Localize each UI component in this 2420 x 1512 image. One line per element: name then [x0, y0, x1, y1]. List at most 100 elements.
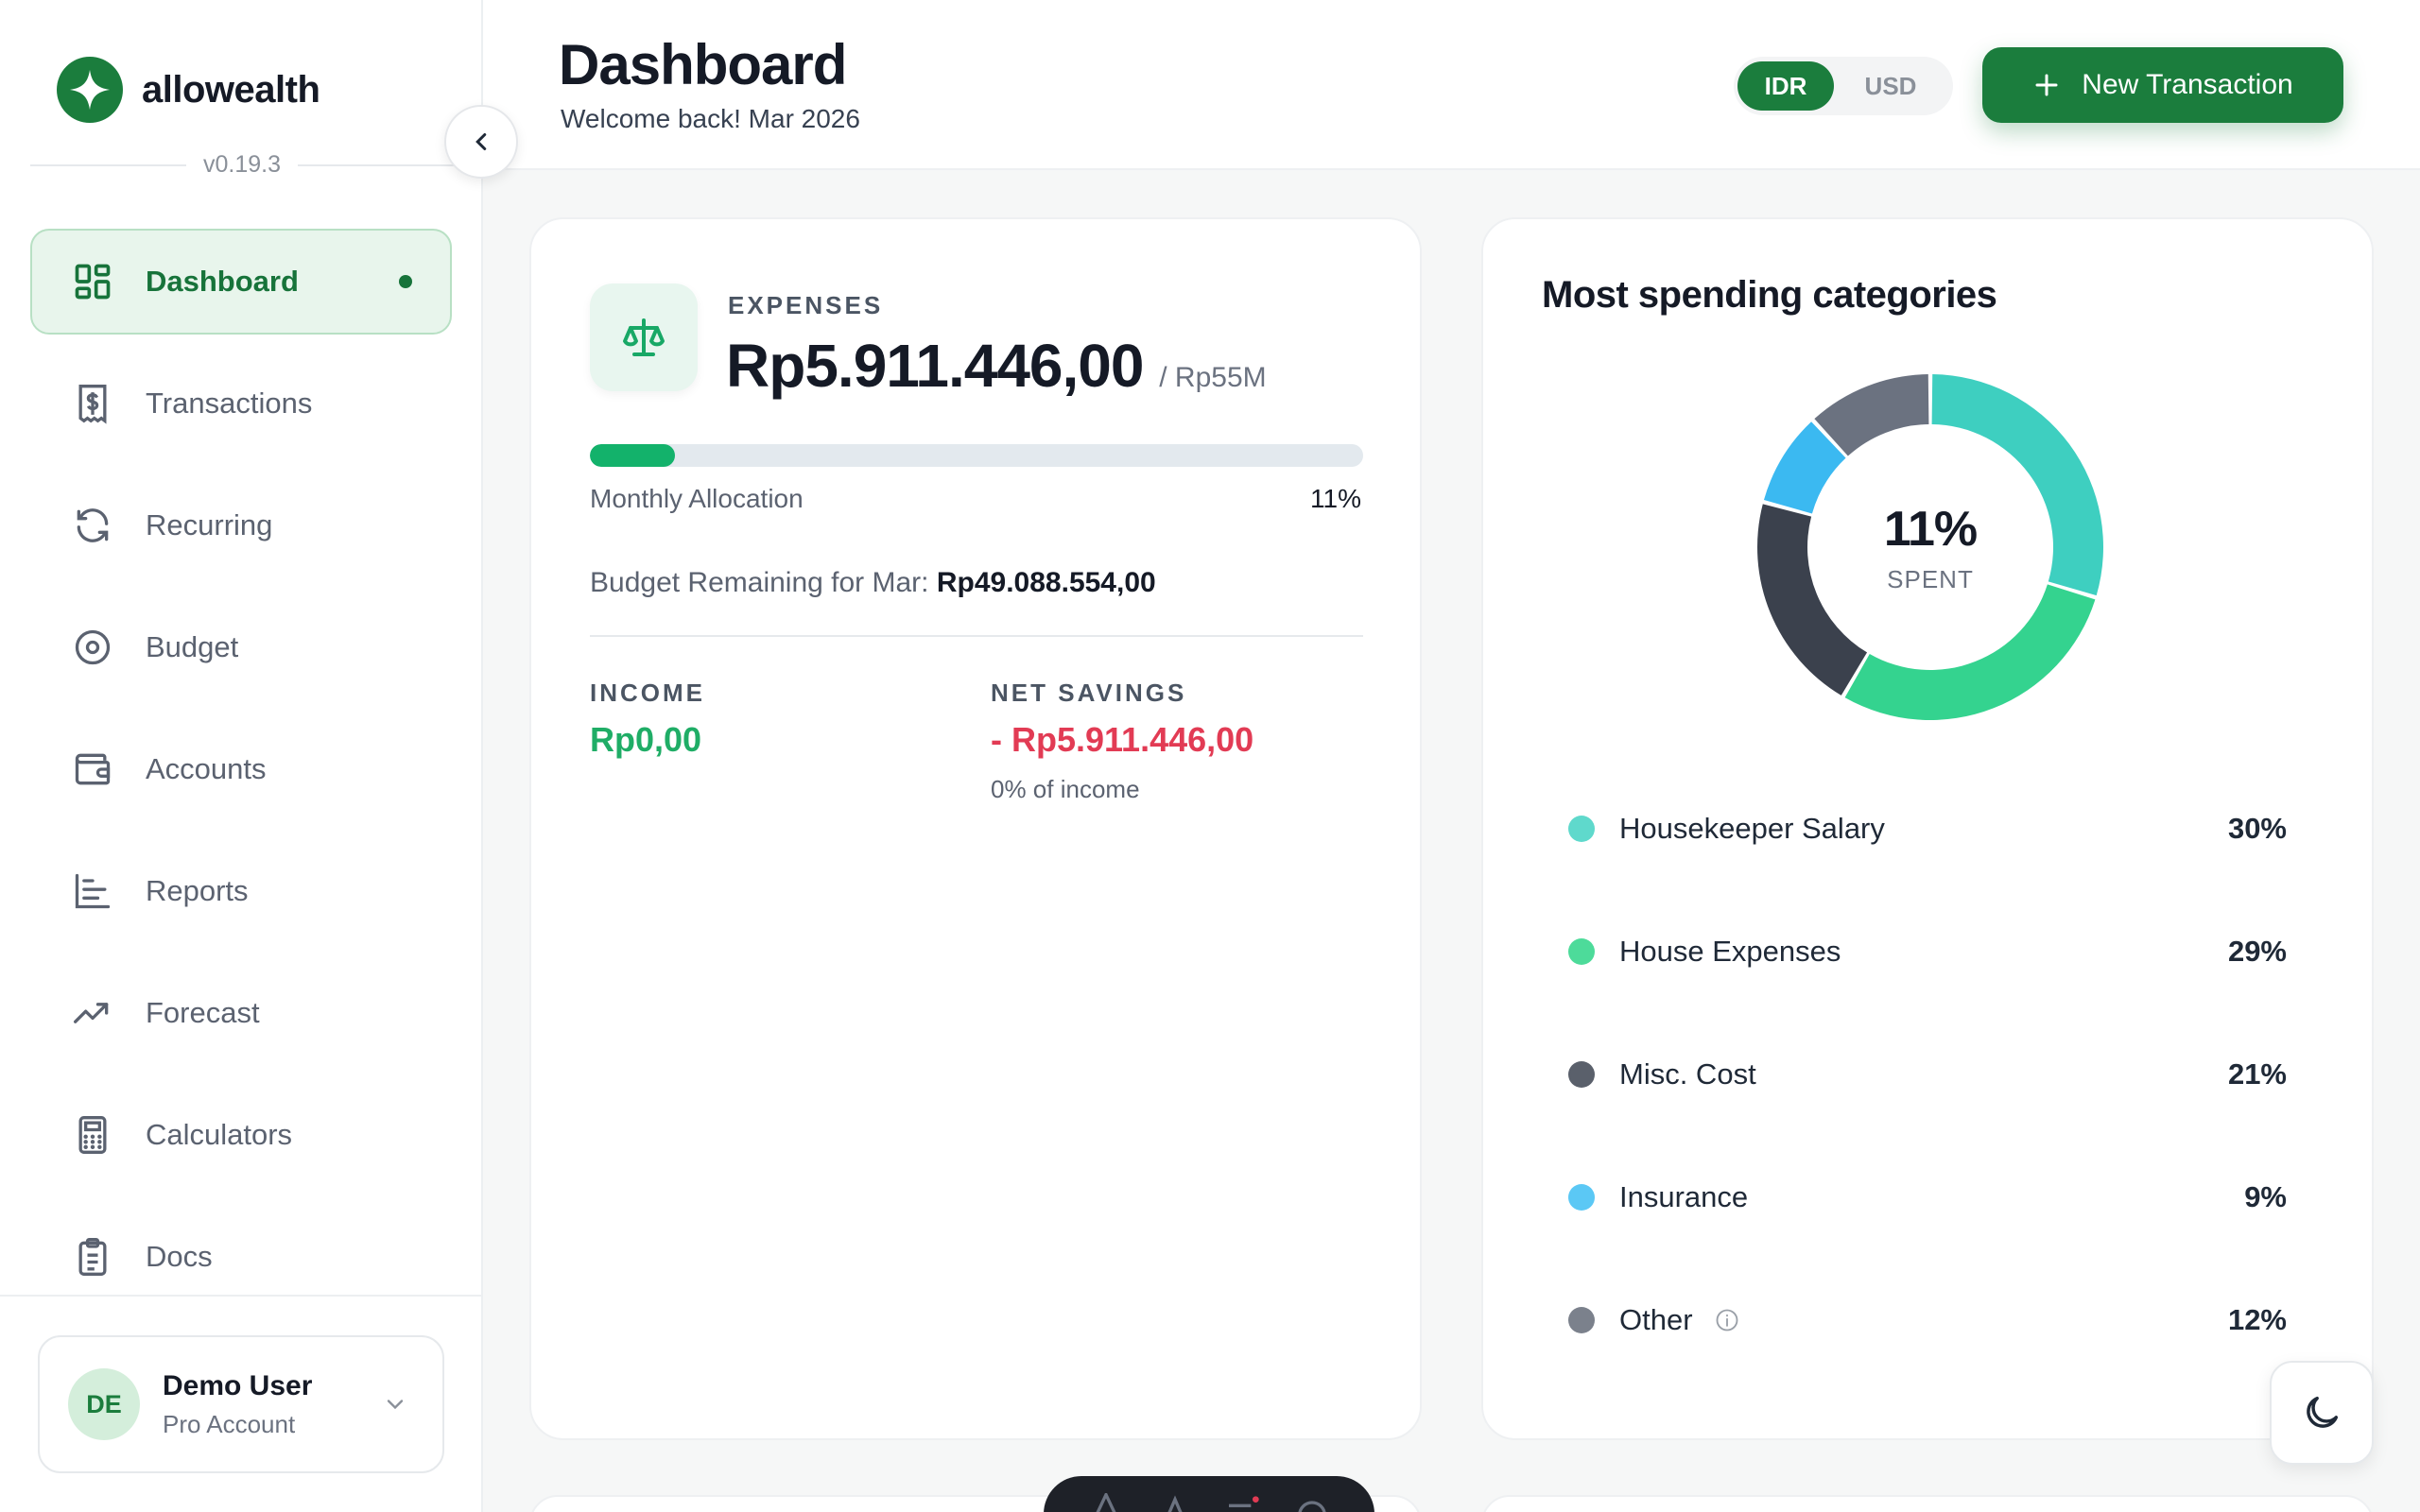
clipboard-icon — [70, 1234, 115, 1280]
sidebar-item-label: Dashboard — [146, 265, 299, 298]
sidebar-item-label: Calculators — [146, 1118, 293, 1151]
sidebar-divider — [0, 1295, 483, 1297]
plus-icon — [2032, 71, 2061, 99]
version-row: v0.19.3 — [30, 151, 455, 179]
sidebar-item-calculators[interactable]: Calculators — [30, 1082, 452, 1188]
chevron-down-icon — [382, 1391, 408, 1418]
allocation-progress-bar — [590, 444, 1363, 467]
budget-remaining: Budget Remaining for Mar: Rp49.088.554,0… — [590, 567, 1156, 599]
sidebar-item-label: Transactions — [146, 387, 313, 420]
floating-dock — [1044, 1476, 1374, 1512]
app-version: v0.19.3 — [203, 151, 282, 178]
chevron-left-icon — [467, 128, 495, 156]
legend-item[interactable]: Insurance 9% — [1568, 1136, 2287, 1259]
pie-target-icon — [70, 625, 115, 670]
sidebar-item-label: Forecast — [146, 996, 260, 1029]
legend-dot — [1568, 1061, 1595, 1088]
page-subtitle: Welcome back! Mar 2026 — [561, 104, 860, 133]
legend-percent: 29% — [2227, 935, 2287, 968]
bar-chart-icon — [70, 868, 115, 914]
sidebar: allowealth v0.19.3 Dashboard Transaction… — [0, 0, 483, 1512]
expenses-card: EXPENSES Rp5.911.446,00 / Rp55M Monthly … — [529, 217, 1422, 1440]
dock-settings-icon[interactable] — [1293, 1493, 1331, 1512]
legend-label: Misc. Cost — [1619, 1057, 1756, 1091]
dock-menu-icon[interactable] — [1224, 1493, 1262, 1512]
page-title: Dashboard — [559, 33, 847, 96]
divider — [590, 635, 1363, 637]
active-indicator — [399, 275, 412, 288]
sidebar-item-label: Docs — [146, 1240, 213, 1273]
sidebar-nav: Dashboard Transactions Recurring Budget — [30, 229, 452, 1326]
sidebar-item-recurring[interactable]: Recurring — [30, 472, 452, 578]
calculator-icon — [70, 1112, 115, 1158]
dock-tag-icon[interactable] — [1156, 1493, 1194, 1512]
legend-dot — [1568, 1184, 1595, 1211]
legend-percent: 21% — [2227, 1057, 2287, 1091]
receipt-icon — [70, 381, 115, 426]
user-plan: Pro Account — [163, 1409, 296, 1438]
info-icon[interactable] — [1714, 1307, 1740, 1333]
sidebar-item-label: Accounts — [146, 752, 267, 785]
expenses-amount: Rp5.911.446,00 / Rp55M — [726, 331, 1267, 401]
allocation-percent: 11% — [1310, 484, 1361, 513]
legend-label: Housekeeper Salary — [1619, 812, 1885, 845]
sidebar-item-budget[interactable]: Budget — [30, 594, 452, 700]
expenses-label: EXPENSES — [728, 291, 884, 319]
currency-usd-button[interactable]: USD — [1845, 61, 1936, 111]
lower-card-right — [1481, 1495, 2374, 1512]
wallet-icon — [70, 747, 115, 792]
legend-item[interactable]: Other 12% — [1568, 1259, 2287, 1382]
net-savings-note: 0% of income — [991, 775, 1140, 803]
sparkle-logo-icon — [57, 57, 123, 123]
sidebar-item-label: Recurring — [146, 508, 273, 541]
legend-label: Other — [1619, 1303, 1693, 1336]
dock-text-icon[interactable] — [1087, 1493, 1125, 1512]
income-label: INCOME — [590, 679, 705, 707]
theme-toggle-button[interactable] — [2270, 1361, 2374, 1465]
spending-title: Most spending categories — [1542, 274, 1997, 316]
collapse-sidebar-button[interactable] — [444, 105, 518, 179]
legend-item[interactable]: Housekeeper Salary 30% — [1568, 767, 2287, 890]
sidebar-item-accounts[interactable]: Accounts — [30, 716, 452, 822]
brand[interactable]: allowealth — [57, 57, 320, 123]
sidebar-item-dashboard[interactable]: Dashboard — [30, 229, 452, 335]
allocation-progress-fill — [590, 444, 675, 467]
currency-idr-button[interactable]: IDR — [1737, 61, 1834, 111]
expenses-budget: / Rp55M — [1159, 362, 1267, 393]
budget-remaining-label: Budget Remaining for Mar: — [590, 567, 929, 598]
header: Dashboard Welcome back! Mar 2026 IDR USD… — [483, 0, 2420, 170]
avatar: DE — [68, 1368, 140, 1440]
legend-item[interactable]: Misc. Cost 21% — [1568, 1013, 2287, 1136]
moon-icon — [2300, 1391, 2343, 1435]
new-transaction-button[interactable]: New Transaction — [1982, 47, 2343, 123]
sidebar-item-label: Reports — [146, 874, 249, 907]
donut-center: 11% SPENT — [1755, 372, 2105, 722]
legend-label: House Expenses — [1619, 935, 1841, 968]
user-menu[interactable]: DE Demo User Pro Account — [38, 1335, 444, 1473]
legend-percent: 30% — [2227, 812, 2287, 845]
sidebar-item-reports[interactable]: Reports — [30, 838, 452, 944]
sidebar-item-forecast[interactable]: Forecast — [30, 960, 452, 1066]
net-savings-label: NET SAVINGS — [991, 679, 1187, 707]
sidebar-item-label: Budget — [146, 630, 239, 663]
legend-label: Insurance — [1619, 1180, 1749, 1213]
legend-dot — [1568, 816, 1595, 842]
donut-percent: 11% — [1883, 501, 1978, 557]
dashboard-icon — [70, 259, 115, 304]
spending-donut-chart: 11% SPENT — [1755, 372, 2105, 722]
refresh-icon — [70, 503, 115, 548]
legend-item[interactable]: House Expenses 29% — [1568, 890, 2287, 1013]
spending-legend: Housekeeper Salary 30% House Expenses 29… — [1568, 767, 2287, 1382]
legend-dot — [1568, 938, 1595, 965]
sidebar-item-transactions[interactable]: Transactions — [30, 351, 452, 456]
donut-caption: SPENT — [1887, 564, 1974, 593]
user-name: Demo User — [163, 1369, 313, 1401]
budget-remaining-value: Rp49.088.554,00 — [936, 567, 1156, 598]
legend-percent: 12% — [2227, 1303, 2287, 1336]
new-transaction-label: New Transaction — [2082, 69, 2293, 100]
trend-up-icon — [70, 990, 115, 1036]
scale-icon — [590, 284, 698, 391]
spending-categories-card: Most spending categories 11% SPENT House… — [1481, 217, 2374, 1440]
expenses-value: Rp5.911.446,00 — [726, 332, 1144, 400]
allocation-label: Monthly Allocation — [590, 484, 804, 513]
